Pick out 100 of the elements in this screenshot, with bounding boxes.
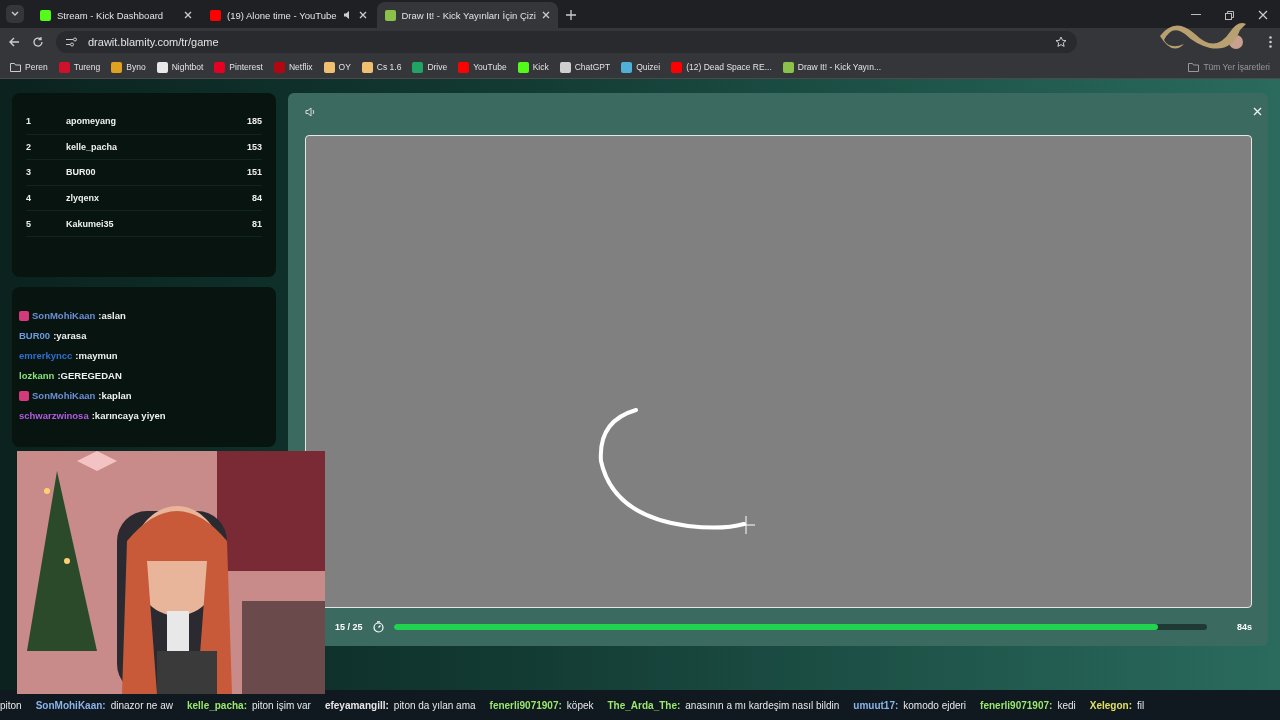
bookmark-link[interactable]: Tüm Yer İşaretleri (1188, 62, 1270, 72)
bookmark-link[interactable]: Quizei (621, 61, 661, 73)
rank-text: 4 (26, 193, 32, 204)
browser-tab[interactable]: Stream - Kick Dashboard (32, 2, 200, 28)
player-name: zlyqenx (66, 193, 100, 204)
bookmark-link[interactable]: Cs 1.6 (361, 61, 402, 73)
chat-message: :GEREGEDAN (57, 370, 122, 381)
ticker-message: piton da yılan ama (393, 699, 476, 711)
address-bar[interactable]: drawit.blamity.com/tr/game (56, 31, 1077, 53)
bookmark-link[interactable]: OY (323, 61, 351, 73)
star-icon[interactable] (1055, 36, 1067, 48)
restore-icon[interactable] (1225, 11, 1234, 20)
bookmark-label: Netflix (288, 62, 313, 72)
chat-username: SonMohiKaan (32, 390, 96, 401)
reload-icon[interactable] (32, 36, 44, 48)
bookmark-label: OY (338, 62, 351, 72)
chat-username: schwarzwinosa (19, 410, 89, 421)
bookmark-label: YouTube (473, 62, 507, 72)
bookmark-link[interactable]: Netflix (273, 61, 313, 73)
ticker-message: kedi (1057, 699, 1076, 711)
ticker-message: komodo ejderi (903, 699, 967, 711)
ticker-username: fenerli9071907: (489, 699, 562, 711)
bookmark-link[interactable]: (12) Dead Space RE... (671, 61, 772, 73)
bookmark-link[interactable]: Peren (10, 62, 48, 72)
bookmark-link[interactable]: Tureng (58, 61, 101, 73)
close-tab-icon[interactable] (358, 11, 367, 19)
bookmark-link[interactable]: Draw It! - Kick Yayın... (782, 61, 882, 73)
close-window-icon[interactable] (1258, 10, 1268, 20)
score-text: 185 (245, 116, 262, 127)
chat-message: :yarasa (53, 330, 87, 341)
bookmark-label: ChatGPT (574, 62, 611, 72)
ticker-username: efeyamangill: (324, 699, 389, 711)
chat-username: lozkann (19, 370, 55, 381)
bookmark-link[interactable]: Byno (111, 61, 146, 73)
close-icon[interactable] (1253, 107, 1262, 116)
ticker-message: anasının a mı kardeşim nasıl bildin (685, 699, 840, 711)
bookmark-label: Nightbot (171, 62, 204, 72)
rank-text: 3 (26, 167, 32, 178)
bookmark-label: Byno (126, 62, 146, 72)
timer-icon (372, 621, 384, 634)
ticker-username: umuut17: (853, 699, 899, 711)
tab-title: (19) Alone time - YouTube (227, 9, 337, 21)
browser-tab[interactable]: Draw It! - Kick Yayınları İçin Çizi (376, 2, 558, 28)
bookmark-label: Draw It! - Kick Yayın... (797, 62, 882, 72)
ticker-username: Xelegon: (1089, 699, 1132, 711)
ticker-message: piton (0, 699, 22, 711)
bookmark-link[interactable]: YouTube (458, 61, 507, 73)
chat-username: SonMohiKaan (32, 310, 96, 321)
rank-text: 2 (26, 141, 32, 152)
tab-title: Stream - Kick Dashboard (57, 9, 165, 21)
ticker-message: piton işim var (252, 699, 311, 711)
bookmark-label: Drive (427, 62, 448, 72)
score-text: 151 (245, 167, 262, 178)
caret-icon (11, 11, 19, 17)
back-icon[interactable] (8, 36, 20, 48)
tab-title: Draw It! - Kick Yayınları İçin Çizi (401, 9, 536, 21)
bookmark-label: Quizei (636, 62, 661, 72)
rank-text: 5 (26, 218, 32, 229)
score-text: 84 (251, 193, 262, 204)
folder-icon (10, 62, 21, 72)
ticker-username: The_Arda_The: (607, 699, 681, 711)
new-tab-icon[interactable] (565, 10, 576, 20)
bookmark-link[interactable]: Drive (412, 61, 448, 73)
player-name: BUR00 (66, 167, 97, 178)
round-counter: 15 / 25 (335, 622, 363, 633)
chat-username: BUR00 (19, 330, 51, 341)
score-text: 81 (251, 218, 262, 229)
tab-search-button[interactable] (6, 5, 24, 23)
ticker-username: fenerli9071907: (980, 699, 1053, 711)
bookmark-link[interactable]: Nightbot (156, 61, 204, 73)
player-name: Kakumei35 (66, 218, 115, 229)
bookmark-label: Tüm Yer İşaretleri (1203, 62, 1270, 72)
ticker-username: SonMohiKaan: (35, 699, 106, 711)
site-settings-icon (66, 37, 78, 47)
rank-text: 1 (26, 116, 32, 127)
close-tab-icon[interactable] (184, 11, 192, 19)
chat-message: :maymun (75, 350, 118, 361)
score-text: 153 (245, 141, 262, 152)
time-left: 84s (1236, 622, 1252, 633)
browser-tab[interactable]: (19) Alone time - YouTube (202, 2, 375, 28)
ticker-username: kelle_pacha: (186, 699, 247, 711)
menu-icon[interactable] (1269, 36, 1272, 48)
bookmark-link[interactable]: ChatGPT (559, 61, 611, 73)
player-name: kelle_pacha (66, 141, 119, 152)
minimize-icon[interactable] (1191, 14, 1201, 16)
ticker-message: dinazor ne aw (110, 699, 173, 711)
sound-icon[interactable] (305, 107, 316, 117)
player-name: apomeyang (66, 116, 117, 127)
chat-message: :kaplan (98, 390, 132, 401)
bookmark-label: Pinterest (229, 62, 263, 72)
ticker-message: köpek (566, 699, 594, 711)
bookmark-label: (12) Dead Space RE... (686, 62, 772, 72)
bookmark-link[interactable]: Pinterest (214, 61, 263, 73)
chat-username: emrerkyncc (19, 350, 73, 361)
chat-message: :karıncaya yiyen (91, 410, 166, 421)
bookmark-label: Peren (25, 62, 48, 72)
chat-message: :aslan (98, 310, 126, 321)
bookmark-label: Cs 1.6 (376, 62, 402, 72)
bookmark-link[interactable]: Kick (517, 61, 549, 73)
close-tab-icon[interactable] (541, 11, 550, 19)
